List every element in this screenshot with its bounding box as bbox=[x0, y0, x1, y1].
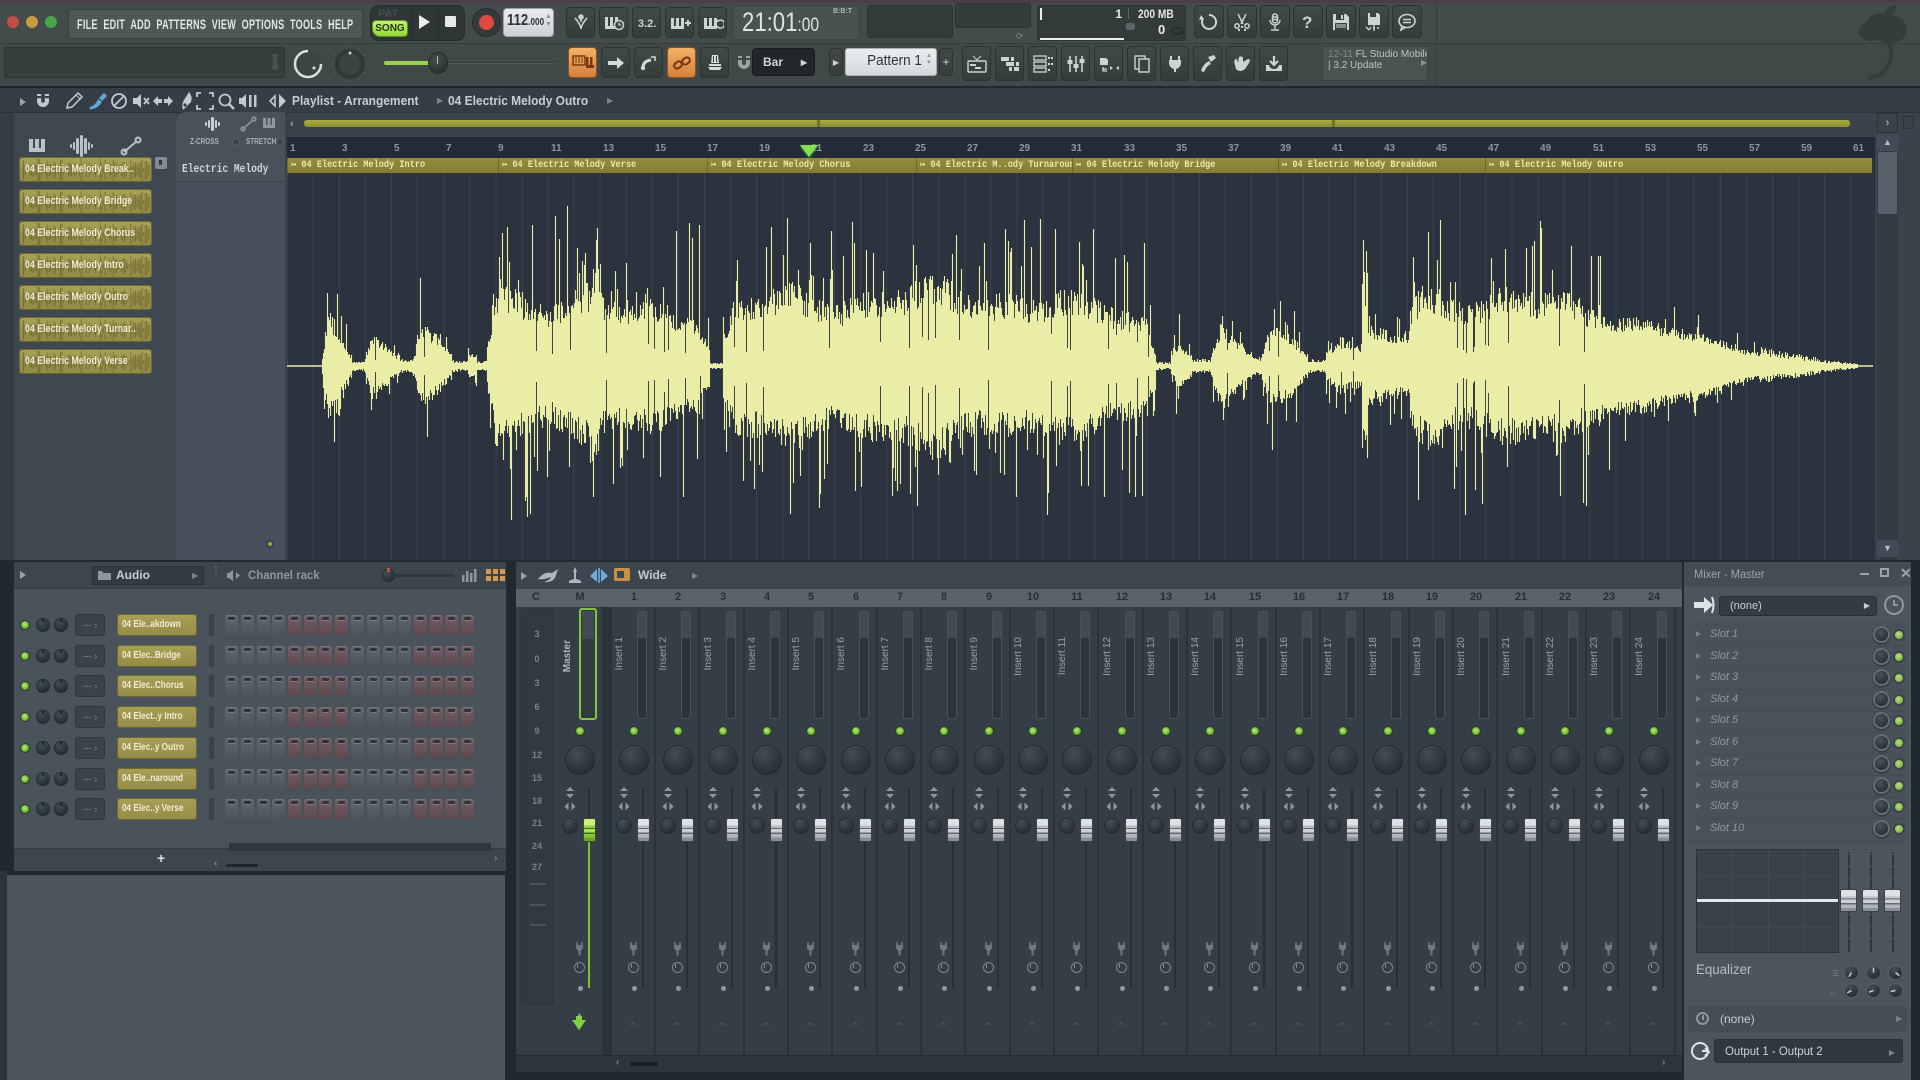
svg-text:?: ? bbox=[1302, 13, 1312, 32]
svg-text:3.2.: 3.2. bbox=[638, 18, 656, 30]
